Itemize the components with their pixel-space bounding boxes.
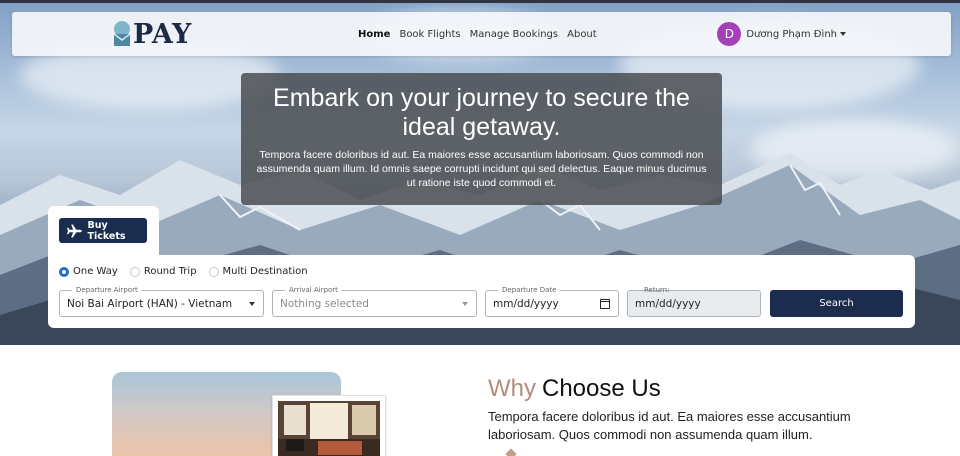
hero-title: Embark on your journey to secure the ide… [273, 84, 690, 141]
trip-type-group: One Way Round Trip Multi Destination [59, 266, 308, 277]
departure-date-input[interactable]: Departure Date mm/dd/yyyy [485, 285, 619, 317]
nav-home-link[interactable]: Home [358, 29, 390, 40]
return-date-input: Return: mm/dd/yyyy [627, 286, 761, 317]
avatar: D [717, 22, 742, 46]
chevron-down-icon [462, 302, 468, 306]
nav-links: Home Book Flights Manage Bookings About [358, 12, 597, 56]
departure-date-value: mm/dd/yyyy [493, 297, 559, 310]
navbar: PAY Home Book Flights Manage Bookings Ab… [12, 12, 951, 56]
chevron-down-icon [249, 302, 255, 306]
hotel-room-thumbnail [272, 395, 386, 456]
user-menu[interactable]: D Dương Phạm Đình [717, 22, 846, 46]
buy-tickets-button[interactable]: Buy Tickets [59, 218, 147, 243]
heading-accent-word: Why [488, 375, 536, 402]
logo-text: PAY [133, 18, 192, 50]
hotel-room-image [278, 401, 380, 456]
brand-logo[interactable]: PAY [112, 18, 192, 50]
return-date-label: Return: [644, 286, 670, 294]
buy-tickets-label: Buy Tickets [87, 219, 126, 242]
hero-subtitle: Tempora facere doloribus id aut. Ea maio… [256, 149, 707, 189]
radio-round-trip[interactable]: Round Trip [129, 266, 197, 277]
radio-selected-icon [59, 266, 69, 277]
radio-one-way[interactable]: One Way [59, 266, 118, 277]
airplane-icon [67, 224, 82, 237]
arrival-airport-select[interactable]: Arrival Airport Nothing selected [272, 285, 477, 317]
calendar-icon[interactable] [600, 299, 610, 309]
nav-manage-bookings-link[interactable]: Manage Bookings [470, 29, 558, 40]
radio-one-way-label: One Way [73, 266, 118, 277]
nav-book-flights-link[interactable]: Book Flights [399, 29, 460, 40]
departure-airport-select[interactable]: Departure Airport Noi Bai Airport (HAN) … [59, 285, 264, 317]
arrival-airport-label: Arrival Airport [285, 285, 342, 295]
radio-unselected-icon [129, 266, 140, 277]
radio-multi-destination-label: Multi Destination [222, 266, 308, 277]
hotel-room-illustration [278, 401, 380, 456]
why-choose-us-heading: Why Choose Us [488, 375, 661, 403]
user-name: Dương Phạm Đình [746, 28, 837, 40]
hero-text-box: Embark on your journey to secure the ide… [241, 73, 722, 205]
radio-unselected-icon [208, 266, 219, 277]
top-edge-bar [0, 0, 960, 3]
bullet-diamond-icon [505, 448, 517, 456]
departure-date-label: Departure Date [498, 285, 561, 295]
return-date-value: mm/dd/yyyy [635, 297, 701, 310]
why-choose-us-text: Tempora facere doloribus id aut. Ea maio… [488, 409, 851, 442]
caret-down-icon [840, 32, 846, 36]
booking-panel: One Way Round Trip Multi Destination Dep… [48, 255, 915, 328]
arrival-airport-placeholder: Nothing selected [280, 297, 369, 310]
heading-rest: Choose Us [542, 375, 661, 402]
departure-airport-value: Noi Bai Airport (HAN) - Vietnam [67, 297, 233, 310]
logo-globe-icon [113, 21, 131, 46]
departure-airport-label: Departure Airport [72, 285, 142, 295]
search-button[interactable]: Search [770, 290, 903, 317]
radio-round-trip-label: Round Trip [143, 266, 197, 277]
nav-about-link[interactable]: About [567, 29, 597, 40]
radio-multi-destination[interactable]: Multi Destination [208, 266, 308, 277]
